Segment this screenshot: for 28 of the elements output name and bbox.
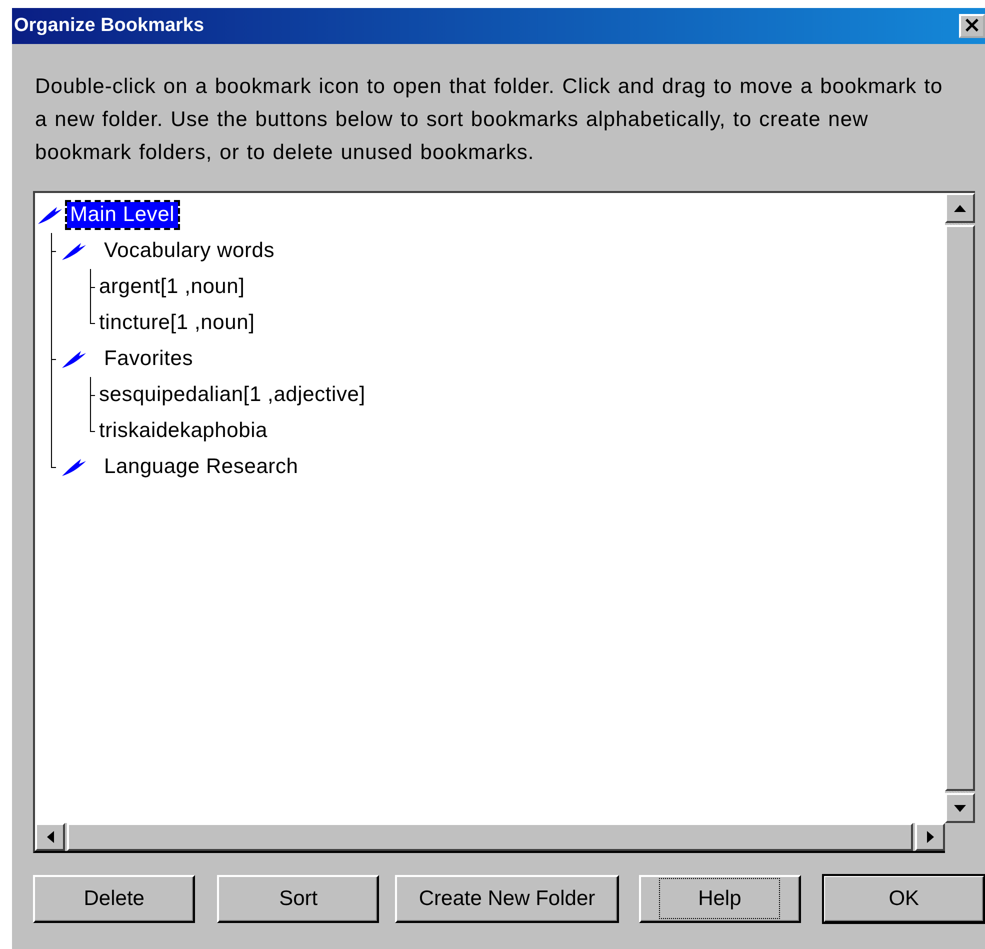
left-arrow-icon [46,831,54,843]
folder-item[interactable]: Language Research [101,454,302,480]
folder-item[interactable]: Main Level [67,202,178,228]
scroll-left-button[interactable] [35,823,65,851]
bookmark-item[interactable]: tincture[1 ,noun] [96,310,258,336]
quill-icon [61,241,87,261]
scroll-down-button[interactable] [945,793,975,823]
right-arrow-icon [926,831,934,843]
close-button[interactable]: × [959,14,985,38]
down-arrow-icon [954,804,966,812]
quill-icon [61,349,87,369]
quill-icon [37,205,63,225]
up-arrow-icon [954,204,966,212]
bookmark-item[interactable]: triskaidekaphobia [96,418,271,444]
dialog-button[interactable]: Create New Folder [395,875,619,923]
dialog-button[interactable]: Help [638,875,801,923]
dialog-button[interactable]: Delete [33,875,196,923]
folder-item[interactable]: Vocabulary words [101,238,278,264]
dialog-button[interactable]: OK [822,875,985,923]
bookmark-item[interactable]: argent[1 ,noun] [96,274,248,300]
folder-item[interactable]: Favorites [101,346,196,372]
quill-icon [61,457,87,477]
scroll-up-button[interactable] [945,193,975,223]
dialog-button[interactable]: Sort [217,875,380,923]
bookmark-item[interactable]: sesquipedalian[1 ,adjective] [96,382,368,408]
window-title: Organize Bookmarks [14,15,204,37]
instructions-text: Double-click on a bookmark icon to open that folder. Click and drag to move a bookmark to a new folder. Use the buttons below to sort bookmarks alphabetically, to create new bookmark folders, or to delete unused bookmarks. [35,74,944,166]
scroll-right-button[interactable] [915,823,945,851]
